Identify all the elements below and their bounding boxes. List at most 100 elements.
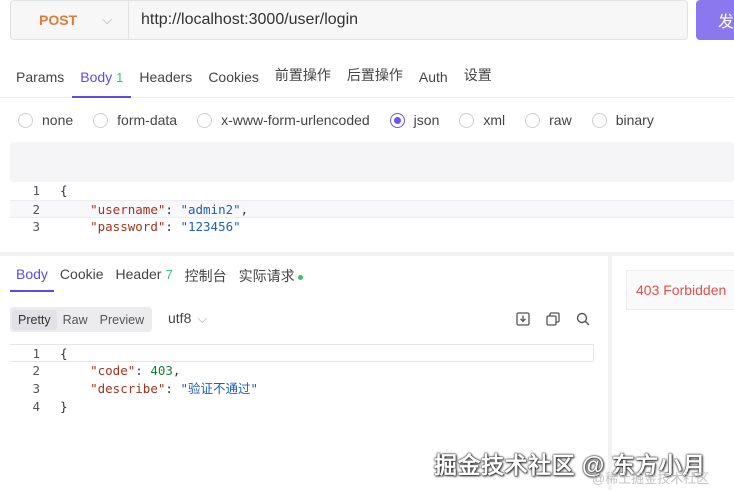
view-mode-pretty[interactable]: Pretty — [12, 309, 57, 330]
code-line: 2 "username": "admin2", — [10, 200, 734, 218]
method-select[interactable]: POST ⌵ — [11, 1, 129, 39]
body-type-x-www-form-urlencoded[interactable]: x-www-form-urlencoded — [197, 112, 370, 128]
json-key: "password" — [90, 219, 166, 234]
response-tabs: Body Cookie Header 7 控制台 实际请求 — [10, 262, 309, 296]
body-type-xml[interactable]: xml — [459, 112, 505, 128]
watermark-sub: @稀土掘金技术社区 — [592, 471, 710, 486]
tab-label: Params — [16, 69, 65, 85]
radio-circle[interactable] — [389, 112, 405, 128]
body-type-radios: none form-data x-www-form-urlencoded json xm… — [0, 108, 674, 132]
json-value: 403 — [150, 363, 173, 378]
code-text: "password": "123456" — [90, 219, 241, 234]
code-text: } — [40, 398, 68, 416]
radio-label: form-data — [117, 112, 178, 128]
tab-6[interactable]: Auth — [411, 69, 456, 97]
chevron-down-icon: ⌵ — [197, 311, 208, 326]
code-line: 1{ — [10, 344, 594, 362]
line-number: 3 — [32, 381, 40, 396]
request-tabs: Params Body 1 Headers Cookies 前置操作 后置操作 Auth 设置 — [0, 56, 734, 98]
body-type-json[interactable]: json — [389, 112, 440, 128]
chevron-down-icon: ⌵ — [102, 12, 112, 27]
code-text: "describe": "验证不通过" — [90, 381, 258, 396]
response-tab-4[interactable]: 实际请求 — [233, 262, 309, 296]
panel-divider[interactable] — [0, 252, 734, 256]
json-value: "验证不通过" — [180, 381, 258, 396]
tab-label: Auth — [418, 69, 448, 85]
tab-label: 实际请求 — [238, 268, 295, 284]
radio-label: xml — [483, 112, 506, 128]
line-number: 2 — [32, 202, 40, 217]
editor-toolbar — [10, 142, 734, 182]
line-number: 1 — [32, 346, 40, 361]
tab-label: 后置操作 — [346, 67, 403, 83]
code-line: 3 "describe": "验证不通过" — [10, 380, 594, 398]
radio-label: none — [42, 112, 74, 128]
view-mode-toggle: Pretty Raw Preview — [10, 307, 153, 332]
method-label: POST — [39, 12, 78, 28]
response-tab-2[interactable]: Header 7 — [110, 262, 179, 292]
line-number: 4 — [32, 399, 40, 414]
tab-label: 前置操作 — [274, 67, 331, 83]
tab-label: Cookie — [59, 266, 104, 282]
response-tab-3[interactable]: 控制台 — [179, 262, 233, 296]
send-button[interactable]: 发 — [696, 0, 734, 40]
encoding-select[interactable]: utf8 ⌵ — [168, 310, 207, 327]
code-line: 3 "password": "123456" — [10, 218, 734, 236]
tab-1[interactable]: Body 1 — [72, 69, 132, 98]
tab-2[interactable]: Headers — [131, 69, 200, 97]
json-key: "describe" — [90, 381, 166, 396]
response-tab-0[interactable]: Body — [10, 262, 54, 292]
search-icon[interactable] — [575, 311, 591, 327]
response-tab-1[interactable]: Cookie — [54, 262, 110, 292]
radio-label: raw — [549, 112, 572, 128]
tab-badge: 7 — [165, 267, 173, 282]
json-value: "123456" — [180, 219, 241, 234]
request-body-editor[interactable]: 1{2 "username": "admin2", 3 "password": "… — [10, 182, 734, 242]
code-text: "code": 403, — [90, 363, 181, 378]
code-line: 1{ — [10, 182, 734, 200]
copy-icon[interactable] — [545, 311, 561, 327]
radio-circle[interactable] — [459, 112, 475, 128]
tab-label: Header — [115, 266, 162, 282]
tab-3[interactable]: Cookies — [200, 69, 267, 97]
tab-label: Body — [16, 266, 48, 282]
code-line: 2 "code": 403, — [10, 362, 594, 380]
tab-label: Cookies — [208, 69, 259, 85]
view-mode-preview[interactable]: Preview — [94, 310, 150, 330]
radio-label: binary — [615, 112, 654, 128]
radio-circle[interactable] — [525, 112, 541, 128]
code-text: { — [40, 345, 68, 361]
status-panel: 403 Forbidden — [626, 270, 734, 310]
status-text: 403 Forbidden — [636, 282, 727, 298]
view-mode-raw[interactable]: Raw — [57, 310, 94, 330]
json-key: "code" — [90, 363, 136, 378]
url-input[interactable]: http://localhost:3000/user/login — [129, 11, 358, 29]
radio-circle[interactable] — [93, 112, 109, 128]
tab-4[interactable]: 前置操作 — [267, 65, 339, 97]
body-type-none[interactable]: none — [18, 112, 73, 128]
radio-label: x-www-form-urlencoded — [221, 112, 370, 128]
status-dot-icon — [297, 274, 303, 280]
tab-0[interactable]: Params — [0, 69, 72, 97]
radio-label: json — [413, 112, 440, 128]
download-icon[interactable] — [515, 311, 531, 327]
json-key: "username" — [90, 202, 166, 217]
tab-badge: 1 — [116, 70, 124, 85]
tab-label: Body — [80, 69, 113, 85]
body-type-form-data[interactable]: form-data — [93, 112, 177, 128]
radio-circle[interactable] — [197, 112, 213, 128]
tab-label: 设置 — [463, 67, 492, 83]
encoding-label: utf8 — [168, 310, 192, 326]
tab-7[interactable]: 设置 — [456, 65, 500, 97]
code-line: 4} — [10, 398, 594, 416]
line-number: 1 — [32, 183, 40, 198]
line-number: 2 — [32, 363, 40, 378]
body-type-raw[interactable]: raw — [525, 112, 572, 128]
json-value: "admin2" — [180, 202, 241, 217]
code-token: { — [60, 183, 68, 198]
tab-5[interactable]: 后置操作 — [339, 65, 411, 97]
radio-circle[interactable] — [18, 112, 33, 128]
radio-circle[interactable] — [591, 112, 607, 128]
code-text: "username": "admin2", — [90, 202, 249, 217]
body-type-binary[interactable]: binary — [591, 112, 654, 128]
